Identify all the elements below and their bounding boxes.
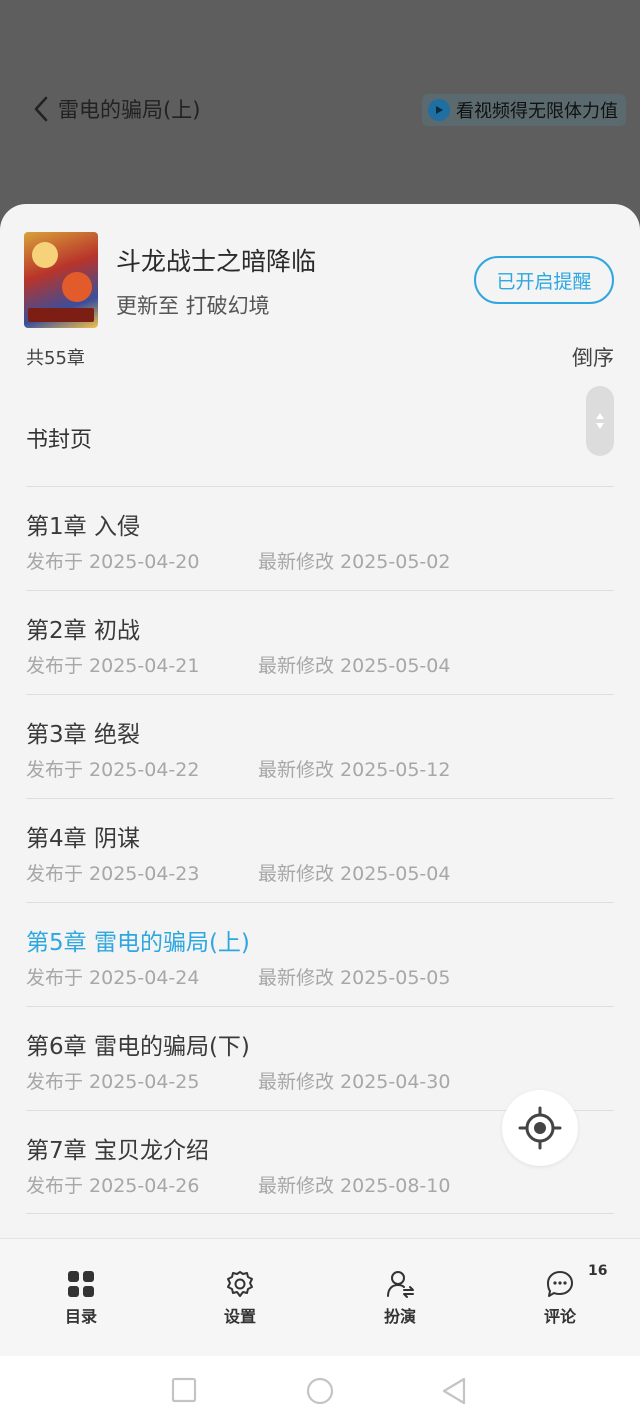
chapter-item[interactable]: 第4章 阴谋 发布于 2025-04-23 最新修改 2025-05-04: [26, 798, 614, 902]
chapter-title: 第5章 雷电的骗局(上): [26, 930, 250, 956]
chapter-count: 共55章: [26, 348, 85, 369]
chat-bubble-icon: [547, 1271, 573, 1297]
video-reward-text: 看视频得无限体力值: [456, 101, 618, 122]
system-nav-bar: [0, 1356, 640, 1424]
locate-current-button[interactable]: [502, 1090, 578, 1166]
chapter-item-current[interactable]: 第5章 雷电的骗局(上) 发布于 2025-04-24 最新修改 2025-05-…: [26, 902, 614, 1006]
gear-icon: [227, 1271, 253, 1297]
chapter-item[interactable]: 第2章 初战 发布于 2025-04-21 最新修改 2025-05-04: [26, 590, 614, 694]
home-icon[interactable]: [305, 1376, 335, 1406]
target-icon: [518, 1106, 562, 1150]
play-icon: [428, 99, 450, 121]
book-cover[interactable]: [24, 232, 98, 328]
comments-count-badge: 16: [588, 1263, 608, 1279]
chapter-published: 发布于 2025-04-20: [26, 551, 200, 573]
book-update-text: 更新至 打破幻境: [116, 294, 270, 318]
chapter-modified: 最新修改 2025-05-02: [258, 551, 451, 573]
toc-sheet: 斗龙战士之暗降临 更新至 打破幻境 已开启提醒 共55章 倒序 书封页 第1章 …: [0, 204, 640, 1424]
book-header: 斗龙战士之暗降临 更新至 打破幻境: [24, 232, 316, 328]
chapter-modified: 最新修改 2025-05-04: [258, 863, 451, 885]
chapter-item[interactable]: 第1章 入侵 发布于 2025-04-20 最新修改 2025-05-02: [26, 486, 614, 590]
chapter-item[interactable]: 第3章 绝裂 发布于 2025-04-22 最新修改 2025-05-12: [26, 694, 614, 798]
chapter-published: 发布于 2025-04-25: [26, 1071, 200, 1093]
tab-settings[interactable]: 设置: [190, 1269, 290, 1327]
sort-order-button[interactable]: 倒序: [572, 342, 614, 372]
chapter-title: 第6章 雷电的骗局(下): [26, 1034, 250, 1060]
back-button[interactable]: 雷电的骗局(上): [32, 94, 200, 124]
tab-comments-label: 评论: [543, 1307, 576, 1326]
bottom-tab-bar: 目录 设置 扮演 评论 16: [0, 1238, 640, 1356]
chevron-left-icon: [34, 96, 48, 122]
user-switch-icon: [387, 1271, 414, 1298]
tab-catalog[interactable]: 目录: [31, 1269, 131, 1327]
chapter-title: 第2章 初战: [26, 618, 140, 644]
arrow-down-icon: [596, 423, 604, 429]
reader-chapter-title: 雷电的骗局(上): [58, 98, 201, 122]
tab-roleplay[interactable]: 扮演: [350, 1269, 450, 1327]
tab-settings-label: 设置: [223, 1307, 256, 1326]
chapter-modified: 最新修改 2025-05-12: [258, 759, 451, 781]
chapter-title: 第7章 宝贝龙介绍: [26, 1138, 209, 1164]
scroll-handle[interactable]: [586, 386, 614, 456]
cover-page-item[interactable]: 书封页: [26, 422, 92, 454]
arrow-up-icon: [596, 413, 604, 419]
tab-roleplay-label: 扮演: [383, 1307, 416, 1326]
chapter-title: 第3章 绝裂: [26, 722, 140, 748]
chapter-modified: 最新修改 2025-05-05: [258, 967, 451, 989]
chapter-modified: 最新修改 2025-04-30: [258, 1071, 451, 1093]
tab-catalog-label: 目录: [64, 1307, 97, 1326]
chapter-title: 第1章 入侵: [26, 514, 140, 540]
chapter-published: 发布于 2025-04-21: [26, 655, 200, 677]
book-title: 斗龙战士之暗降临: [116, 247, 317, 276]
chapter-title: 第4章 阴谋: [26, 826, 140, 852]
remind-button[interactable]: 已开启提醒: [474, 256, 614, 304]
reader-header: 雷电的骗局(上) 看视频得无限体力值: [0, 0, 640, 220]
grid-icon: [68, 1271, 94, 1297]
back-triangle-icon[interactable]: [440, 1376, 468, 1406]
chapter-modified: 最新修改 2025-05-04: [258, 655, 451, 677]
chapter-modified: 最新修改 2025-08-10: [258, 1175, 451, 1197]
chapter-published: 发布于 2025-04-24: [26, 967, 200, 989]
video-reward-button[interactable]: 看视频得无限体力值: [422, 94, 626, 126]
chapter-published: 发布于 2025-04-23: [26, 863, 200, 885]
recent-apps-icon[interactable]: [170, 1376, 198, 1404]
chapter-published: 发布于 2025-04-22: [26, 759, 200, 781]
chapter-published: 发布于 2025-04-26: [26, 1175, 200, 1197]
